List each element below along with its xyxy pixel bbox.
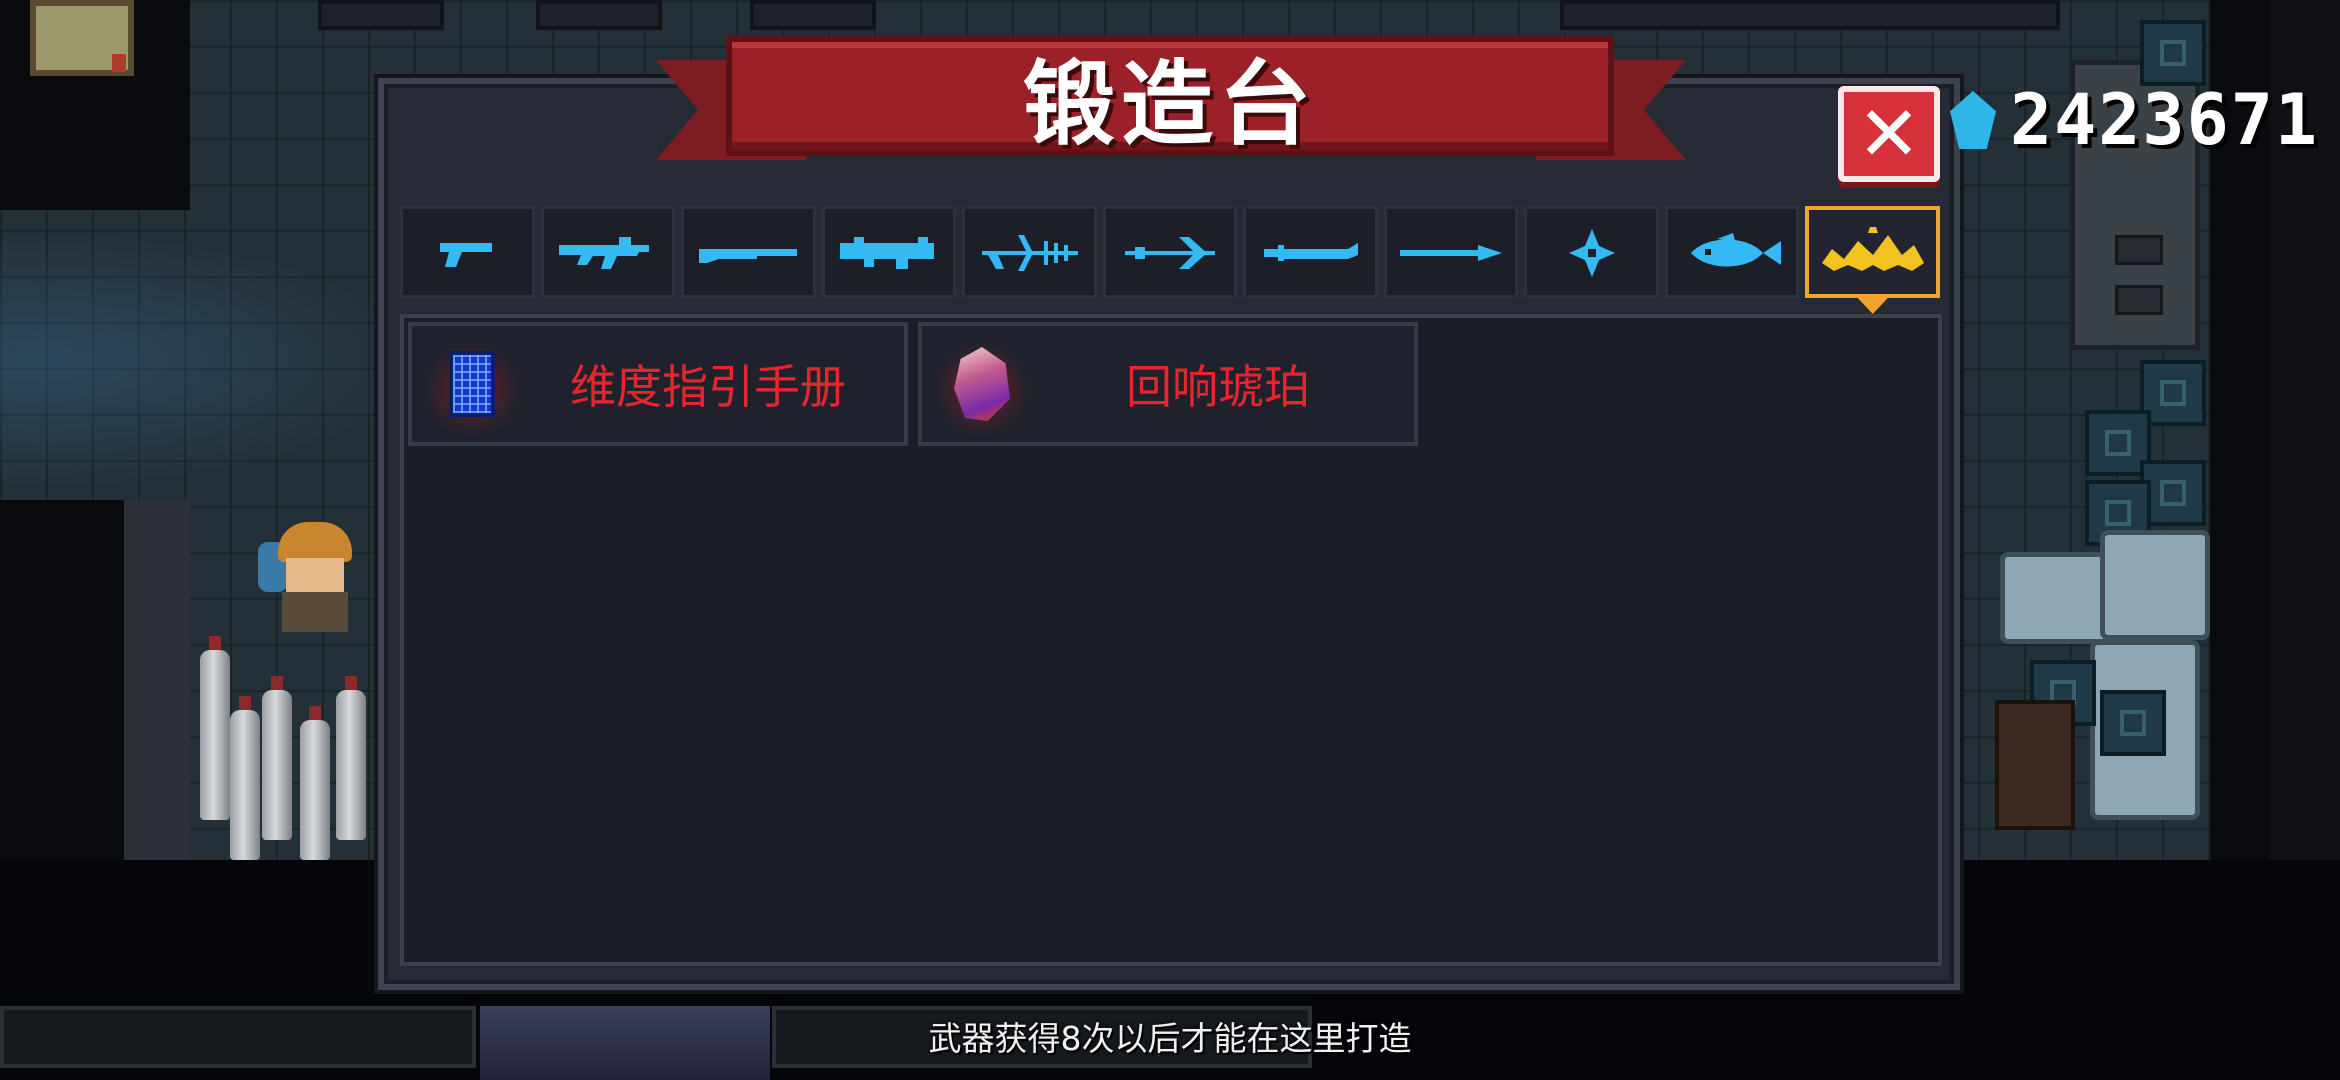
manual-icon [449, 351, 495, 417]
shotgun-icon [699, 249, 798, 263]
dialog-title: 锻造台 [1022, 50, 1317, 158]
top-prop [750, 0, 876, 30]
locker-button [2115, 285, 2163, 315]
tab-pistol[interactable] [400, 206, 535, 298]
shuriken-icon [1568, 229, 1615, 277]
crate [2100, 690, 2166, 756]
item-card-manual[interactable]: 维度指引手册 [408, 322, 908, 446]
item-icon-frame [922, 326, 1042, 442]
machine [2000, 552, 2110, 644]
pistol-icon [440, 243, 493, 267]
rifle-icon [558, 237, 649, 269]
tab-shuriken[interactable] [1524, 206, 1659, 298]
amber-icon [954, 347, 1010, 421]
item-label: 回响琥珀 [1126, 360, 1310, 414]
tab-special[interactable] [1805, 206, 1941, 314]
npc-character[interactable] [258, 522, 368, 632]
crossbow-icon [982, 235, 1079, 271]
npc-body [282, 592, 348, 632]
locker-button [2115, 235, 2163, 265]
gas-tank [200, 636, 230, 820]
tab-spear[interactable] [1383, 206, 1519, 298]
fish-icon [1691, 233, 1782, 267]
sign-pin [112, 54, 126, 72]
gas-tank [300, 706, 330, 860]
tab-crossbow[interactable] [962, 206, 1097, 298]
forge-hint-text: 武器获得8次以后才能在这里打造 [928, 1019, 1412, 1058]
sword-icon [1263, 243, 1358, 261]
item-label: 维度指引手册 [570, 360, 846, 414]
gas-tank [230, 696, 260, 860]
close-button[interactable]: ✕ [1838, 86, 1940, 182]
floor-light-glow [0, 230, 420, 490]
title-banner: 锻造台 [656, 30, 1686, 180]
weapon-category-tabs [400, 206, 1941, 314]
machine [2100, 530, 2210, 640]
tab-fish[interactable] [1664, 206, 1800, 298]
tab-launcher[interactable] [821, 206, 957, 298]
crate [2140, 20, 2206, 86]
wall-pillar [124, 500, 190, 860]
launcher-icon [839, 237, 934, 269]
close-icon: ✕ [1857, 89, 1921, 178]
item-icon-frame [412, 326, 532, 442]
item-card-amber[interactable]: 回响琥珀 [918, 322, 1418, 446]
tab-bow[interactable] [1102, 206, 1238, 298]
top-prop [1560, 0, 2060, 30]
tab-sword[interactable] [1243, 206, 1378, 298]
npc-hat [278, 522, 352, 562]
crown-icon [1821, 227, 1924, 271]
top-prop [536, 0, 662, 30]
gem-icon [1950, 91, 1996, 149]
spear-icon [1400, 245, 1503, 261]
weapon-rack [1995, 700, 2075, 830]
top-prop [318, 0, 444, 30]
gas-tank [336, 676, 366, 840]
tab-rifle[interactable] [540, 206, 676, 298]
tab-shotgun[interactable] [681, 206, 816, 298]
game-screen: 武器获得8次以后才能在这里打造 锻造台 ✕ 2423671 维度指引手册 回响琥… [0, 0, 2340, 1080]
currency-display: 2423671 [1950, 79, 2320, 161]
bow-icon [1125, 237, 1215, 269]
wall-block [0, 500, 130, 860]
gas-tank [262, 676, 292, 840]
title-plate: 锻造台 [726, 36, 1614, 158]
currency-value: 2423671 [2010, 79, 2320, 161]
